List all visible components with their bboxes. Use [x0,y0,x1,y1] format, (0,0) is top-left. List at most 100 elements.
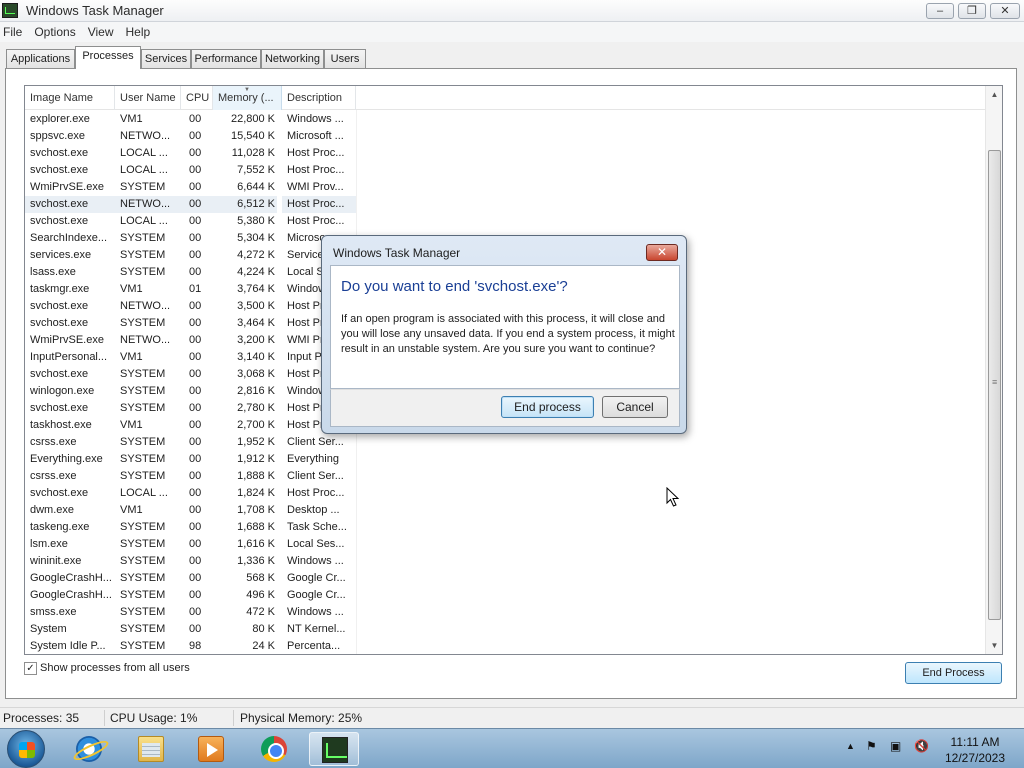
windows-logo-icon [19,742,35,758]
column-cpu[interactable]: CPU [181,86,213,110]
process-memory: 3,500 K [237,300,275,312]
table-row[interactable]: WmiPrvSE.exe SYSTEM 00 6,644 K WMI Prov... [25,179,986,196]
process-cpu: 00 [189,249,202,261]
process-memory: 5,304 K [237,232,275,244]
clock-date: 12/27/2023 [944,751,1006,765]
table-row[interactable]: System SYSTEM 00 80 K NT Kernel... [25,621,986,638]
table-row[interactable]: dwm.exe VM1 00 1,708 K Desktop ... [25,502,986,519]
menu-options[interactable]: Options [28,22,81,42]
process-cpu: 00 [189,572,202,584]
process-description: Windows ... [287,606,344,618]
process-user-name: SYSTEM [120,436,166,448]
process-user-name: SYSTEM [120,453,166,465]
table-row[interactable]: GoogleCrashH... SYSTEM 00 496 K Google Cr... [25,587,986,604]
end-process-dialog: Windows Task Manager ✕ Do you want to en… [321,235,687,434]
end-process-confirm-button[interactable]: End process [501,396,594,418]
clock[interactable]: 11:11 AM 12/27/2023 [940,734,1010,766]
process-image-name: lsass.exe [30,266,76,278]
vertical-scrollbar[interactable]: ▲ ≡ ▼ [985,86,1002,654]
table-row[interactable]: svchost.exe LOCAL ... 00 11,028 K Host Proc.… [25,145,986,162]
process-image-name: WmiPrvSE.exe [30,181,104,193]
network-icon[interactable]: ▣ [890,739,901,753]
table-row[interactable]: csrss.exe SYSTEM 00 1,952 K Client Ser... [25,434,986,451]
table-row[interactable]: svchost.exe LOCAL ... 00 5,380 K Host Proc..… [25,213,986,230]
menu-help[interactable]: Help [120,22,157,42]
process-cpu: 00 [189,419,202,431]
dialog-title: Windows Task Manager [333,246,461,260]
table-row[interactable]: sppsvc.exe NETWO... 00 15,540 K Microsoft ..… [25,128,986,145]
table-row[interactable]: svchost.exe LOCAL ... 00 1,824 K Host Proc..… [25,485,986,502]
end-process-button[interactable]: End Process [905,662,1002,684]
show-hidden-icons-icon[interactable]: ▲ [846,741,855,751]
process-user-name: SYSTEM [120,266,166,278]
process-user-name: SYSTEM [120,317,166,329]
process-image-name: System Idle P... [30,640,106,652]
process-user-name: SYSTEM [120,470,166,482]
table-row[interactable]: lsm.exe SYSTEM 00 1,616 K Local Ses... [25,536,986,553]
minimize-button[interactable]: – [926,3,954,19]
windows-explorer-icon[interactable] [126,732,176,766]
tab-services[interactable]: Services [141,49,191,68]
table-row[interactable]: explorer.exe VM1 00 22,800 K Windows ... [25,111,986,128]
volume-muted-icon[interactable]: 🔇 [914,739,929,753]
process-memory: 1,952 K [237,436,275,448]
process-image-name: System [30,623,67,635]
process-description: Everything [287,453,339,465]
process-image-name: InputPersonal... [30,351,108,363]
table-row[interactable]: GoogleCrashH... SYSTEM 00 568 K Google Cr... [25,570,986,587]
table-row[interactable]: Everything.exe SYSTEM 00 1,912 K Everything [25,451,986,468]
scroll-up-icon[interactable]: ▲ [986,86,1002,103]
table-row[interactable]: taskeng.exe SYSTEM 00 1,688 K Task Sche... [25,519,986,536]
maximize-button[interactable]: ❐ [958,3,986,19]
tab-processes[interactable]: Processes [75,46,141,69]
table-row[interactable]: smss.exe SYSTEM 00 472 K Windows ... [25,604,986,621]
status-processes: Processes: 35 [3,711,80,725]
process-user-name: NETWO... [120,130,171,142]
media-player-icon[interactable] [186,732,236,766]
tab-applications[interactable]: Applications [6,49,75,68]
process-user-name: SYSTEM [120,589,166,601]
process-memory: 2,816 K [237,385,275,397]
process-image-name: svchost.exe [30,164,89,176]
menu-view[interactable]: View [82,22,120,42]
table-row[interactable]: svchost.exe LOCAL ... 00 7,552 K Host Proc..… [25,162,986,179]
scroll-thumb[interactable]: ≡ [988,150,1001,620]
process-image-name: smss.exe [30,606,77,618]
process-memory: 1,688 K [237,521,275,533]
table-row[interactable]: System Idle P... SYSTEM 98 24 K Percenta... [25,638,986,654]
action-center-icon[interactable]: ⚑ [866,739,877,753]
tab-users[interactable]: Users [324,49,366,68]
column-image-name[interactable]: Image Name [25,86,115,110]
cancel-button[interactable]: Cancel [602,396,668,418]
process-user-name: SYSTEM [120,572,166,584]
tab-networking[interactable]: Networking [261,49,324,68]
column-user-name[interactable]: User Name [115,86,181,110]
table-row[interactable]: csrss.exe SYSTEM 00 1,888 K Client Ser... [25,468,986,485]
process-cpu: 00 [189,164,202,176]
status-cpu-usage: CPU Usage: 1% [110,711,198,725]
dialog-close-button[interactable]: ✕ [646,244,678,261]
process-image-name: SearchIndexe... [30,232,108,244]
process-cpu: 00 [189,453,202,465]
window-titlebar: Windows Task Manager – ❐ ✕ [0,0,1024,22]
table-row[interactable]: svchost.exe NETWO... 00 6,512 K Host Proc... [25,196,986,213]
column-description[interactable]: Description [282,86,356,110]
start-button[interactable] [7,730,45,768]
scroll-down-icon[interactable]: ▼ [986,637,1002,654]
internet-explorer-icon[interactable] [64,732,114,766]
process-cpu: 00 [189,436,202,448]
task-manager-taskbar-button[interactable] [309,732,359,766]
process-image-name: svchost.exe [30,368,89,380]
process-cpu: 00 [189,402,202,414]
table-row[interactable]: wininit.exe SYSTEM 00 1,336 K Windows ... [25,553,986,570]
process-cpu: 00 [189,232,202,244]
process-memory: 2,780 K [237,402,275,414]
chrome-icon[interactable] [249,732,299,766]
tab-performance[interactable]: Performance [191,49,261,68]
process-cpu: 00 [189,521,202,533]
process-image-name: explorer.exe [30,113,90,125]
close-button[interactable]: ✕ [990,3,1020,19]
menu-file[interactable]: File [0,22,28,42]
process-image-name: svchost.exe [30,317,89,329]
show-all-users-checkbox[interactable]: ✓ [24,662,37,675]
